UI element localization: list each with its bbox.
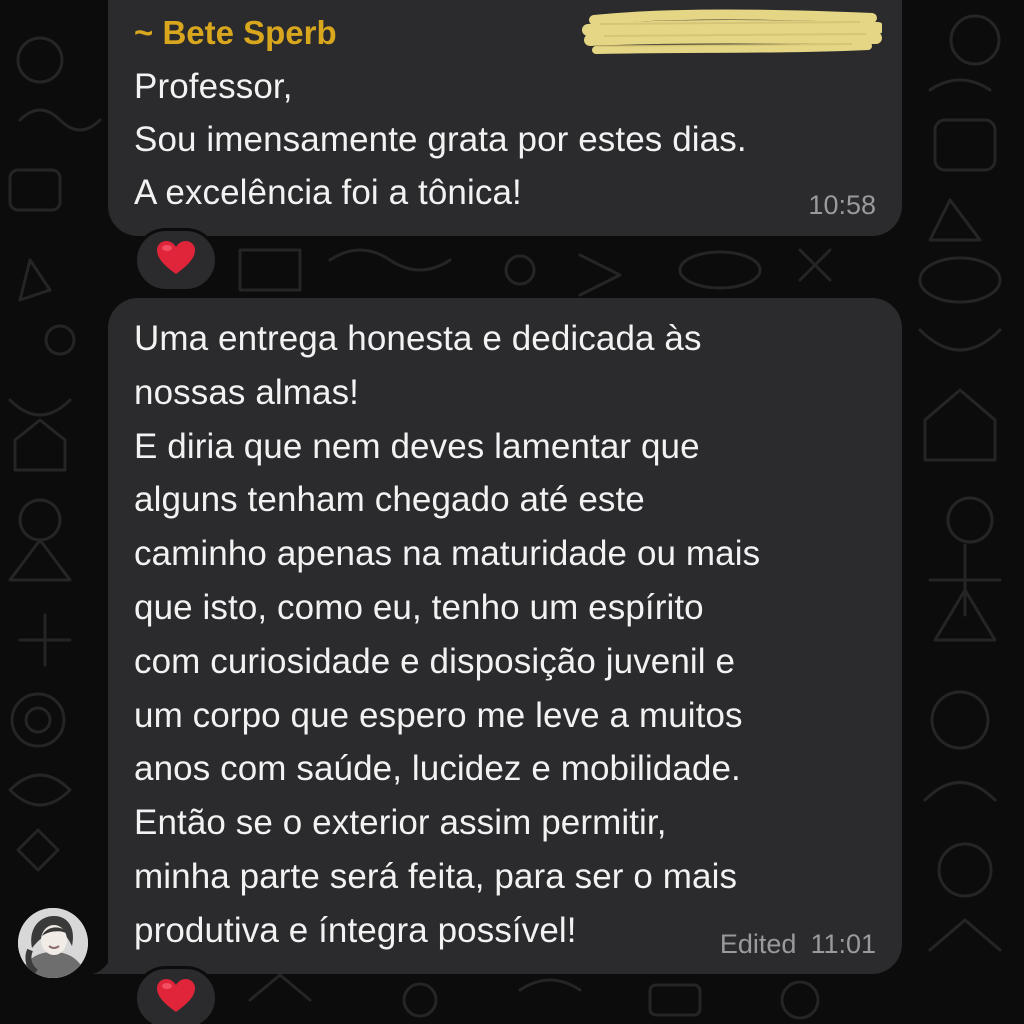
message-bubble[interactable]: ~ Bete Sperb Professor, Sou imensamente … (108, 0, 902, 236)
sender-avatar[interactable] (18, 908, 88, 978)
time-label: 10:58 (808, 190, 876, 220)
time-label: 11:01 (810, 929, 876, 959)
reaction-badge[interactable] (134, 966, 218, 1024)
avatar-photo (18, 908, 88, 978)
heart-icon (156, 240, 196, 281)
sender-name[interactable]: ~ Bete Sperb (134, 14, 337, 52)
chat-view: ~ Bete Sperb Professor, Sou imensamente … (0, 0, 1024, 1024)
message-text: Uma entrega honesta e dedicada às nossas… (134, 319, 761, 950)
message-timestamp: Edited 11:01 (720, 929, 876, 960)
message-text: Professor, Sou imensamente grata por est… (134, 67, 747, 212)
message-bubble[interactable]: Uma entrega honesta e dedicada às nossas… (108, 298, 902, 974)
heart-icon (156, 978, 196, 1019)
message-timestamp: 10:58 (808, 190, 876, 221)
bubble-tail (92, 948, 122, 974)
edited-label: Edited (719, 929, 797, 959)
redacted-phone-number (582, 9, 882, 54)
reaction-badge[interactable] (134, 228, 218, 292)
